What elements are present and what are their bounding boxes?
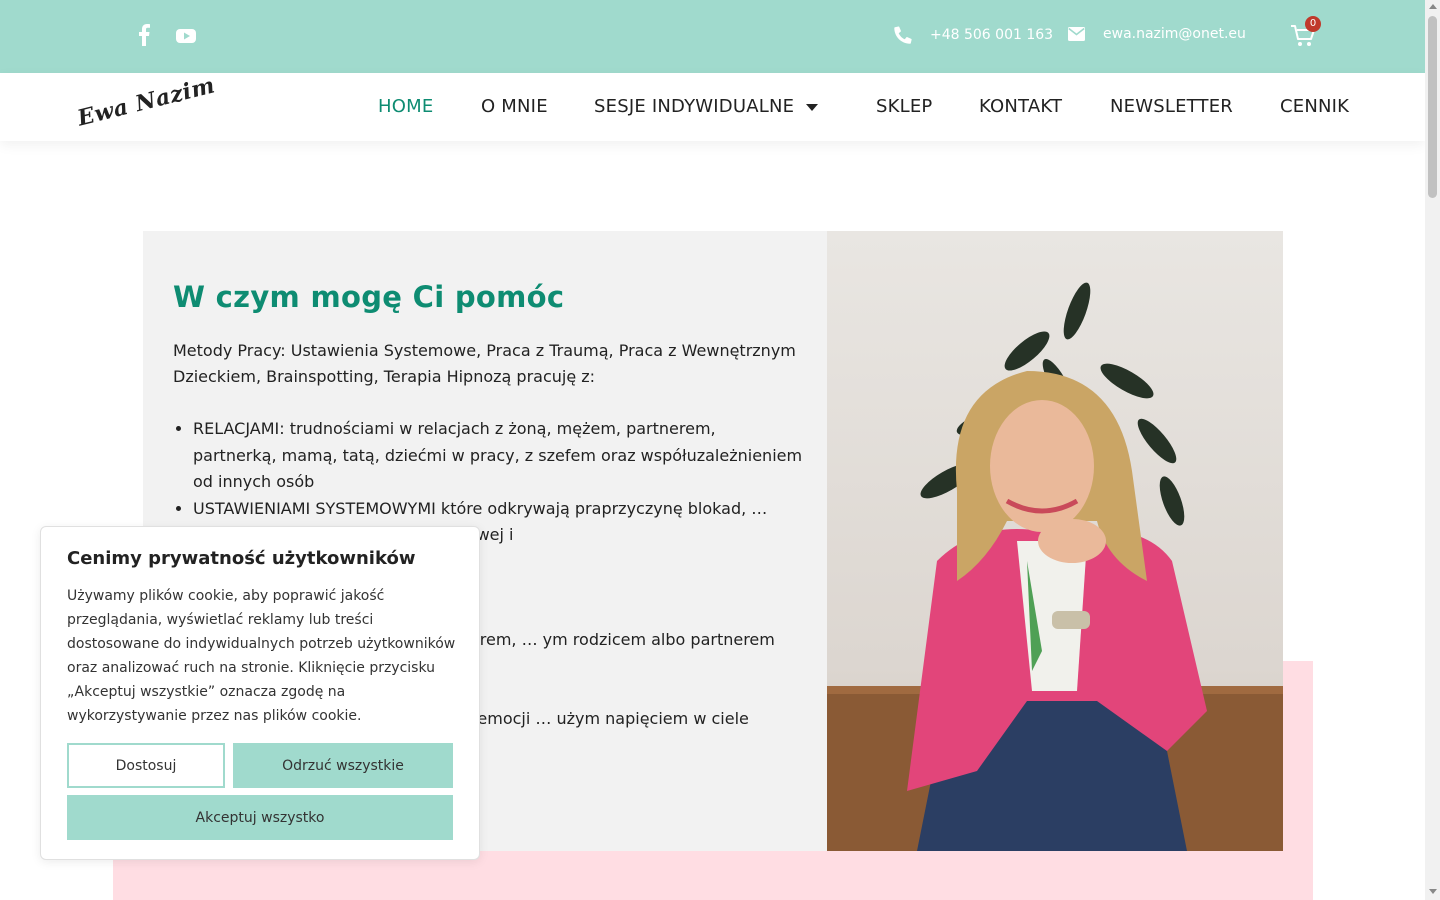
nav-item-cennik[interactable]: CENNIK — [1280, 96, 1349, 117]
section-title: W czym mogę Ci pomóc — [173, 280, 565, 314]
nav-item-sesje-indywidualne[interactable]: SESJE INDYWIDUALNE — [594, 96, 819, 117]
main-navbar: Ewa Nazim HOME O MNIE SESJE INDYWIDUALNE… — [0, 72, 1425, 141]
scroll-up-icon[interactable] — [1429, 4, 1437, 9]
customize-button[interactable]: Dostosuj — [67, 743, 225, 788]
phone-number: +48 506 001 163 — [930, 27, 1054, 43]
scrollbar-thumb[interactable] — [1428, 16, 1437, 198]
top-bar: +48 506 001 163 ewa.nazim@onet.eu 0 — [0, 0, 1425, 73]
nav-item-home[interactable]: HOME — [378, 96, 433, 117]
reject-all-button[interactable]: Odrzuć wszystkie — [233, 743, 453, 788]
cart-count-badge: 0 — [1305, 16, 1321, 32]
cookie-text: Używamy plików cookie, aby poprawić jako… — [67, 588, 456, 724]
site-logo[interactable]: Ewa Nazim — [75, 72, 218, 131]
cookie-consent-dialog: Cenimy prywatność użytkowników Używamy p… — [40, 526, 480, 860]
phone-link[interactable]: +48 506 001 163 — [894, 26, 1053, 44]
facebook-icon[interactable] — [138, 24, 150, 50]
phone-icon — [894, 26, 912, 44]
scroll-down-icon[interactable] — [1429, 889, 1437, 894]
nav-item-sklep[interactable]: SKLEP — [876, 96, 933, 117]
envelope-icon — [1068, 27, 1085, 41]
list-item: RELACJAMI: trudnościami w relacjach z żo… — [193, 416, 803, 496]
accept-all-button[interactable]: Akceptuj wszystko — [67, 795, 453, 840]
nav-item-label: SESJE INDYWIDUALNE — [594, 96, 795, 117]
nav-item-newsletter[interactable]: NEWSLETTER — [1110, 96, 1233, 117]
intro-text: Metody Pracy: Ustawienia Systemowe, Prac… — [173, 341, 796, 386]
youtube-icon[interactable] — [176, 24, 196, 48]
portrait-photo — [827, 231, 1283, 851]
nav-item-kontakt[interactable]: KONTAKT — [979, 96, 1062, 117]
caret-down-icon — [806, 103, 819, 111]
cookie-title: Cenimy prywatność użytkowników — [67, 548, 416, 569]
nav-item-o-mnie[interactable]: O MNIE — [481, 96, 548, 117]
email-link[interactable]: ewa.nazim@onet.eu — [1068, 26, 1246, 42]
email-address: ewa.nazim@onet.eu — [1103, 26, 1246, 42]
